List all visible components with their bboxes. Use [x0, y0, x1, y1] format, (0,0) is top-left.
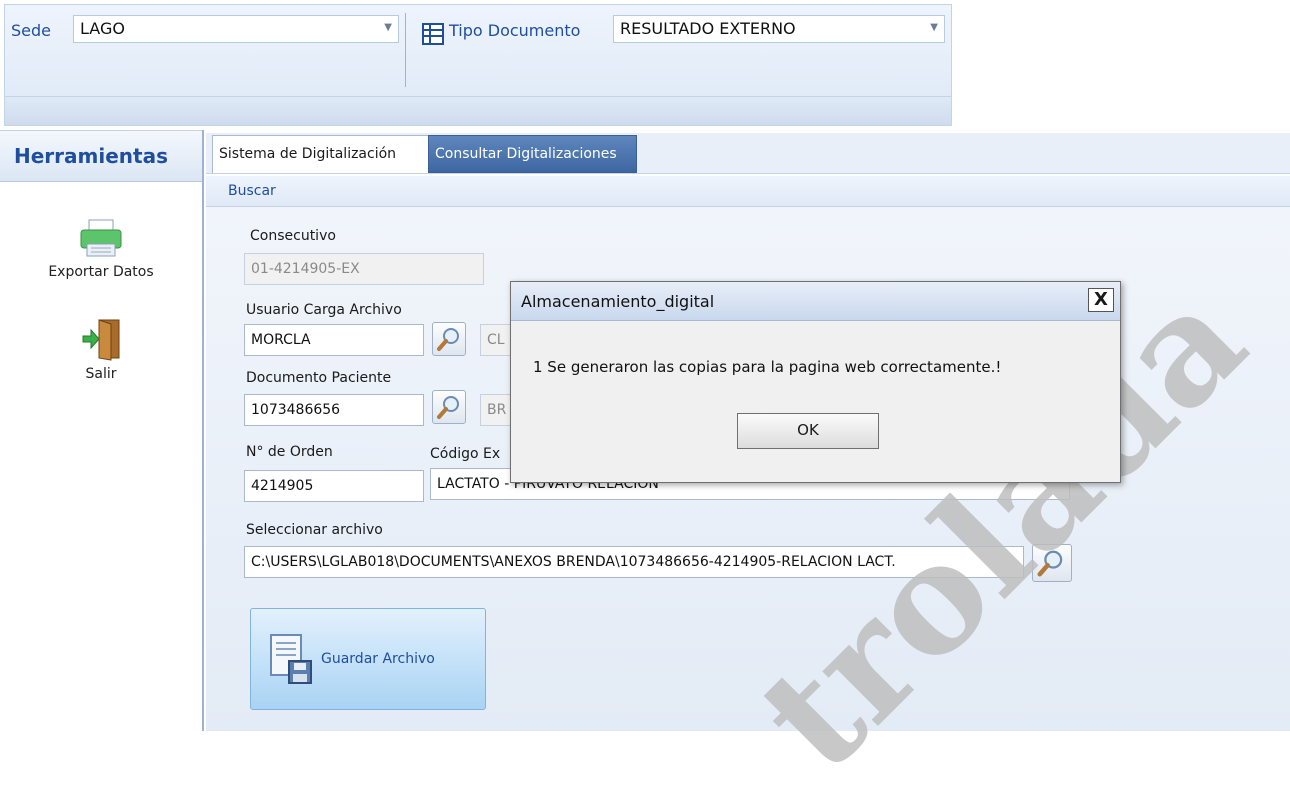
document-type-icon — [422, 23, 444, 45]
ribbon-footer — [5, 96, 951, 125]
exit-button[interactable]: Salir — [28, 318, 174, 382]
exit-door-icon — [82, 319, 120, 361]
top-ribbon: Sede LAGO ▼ Tipo Documento RESULTADO EXT… — [0, 0, 1290, 130]
consecutivo-label: Consecutivo — [250, 228, 336, 244]
magnifier-icon — [1037, 550, 1063, 577]
tipo-documento-select[interactable]: RESULTADO EXTERNO ▼ — [613, 15, 945, 43]
archivo-field[interactable]: C:\USERS\LGLAB018\DOCUMENTS\ANEXOS BREND… — [244, 546, 1024, 578]
documento-field[interactable]: 1073486656 — [244, 394, 424, 426]
save-file-icon — [270, 634, 312, 684]
tools-panel: Herramientas Exportar Datos Salir — [0, 130, 204, 731]
sede-label: Sede — [11, 21, 51, 40]
ok-button[interactable]: OK — [737, 413, 879, 449]
codigo-label: Código Ex — [430, 446, 501, 462]
magnifier-icon — [437, 396, 459, 419]
printer-icon — [80, 219, 122, 257]
sede-value: LAGO — [80, 19, 125, 38]
dialog-title: Almacenamiento_digital — [521, 292, 715, 311]
archivo-browse-button[interactable] — [1032, 544, 1072, 582]
usuario-search-button[interactable] — [432, 322, 466, 356]
tab-consultar-digitalizaciones[interactable]: Consultar Digitalizaciones — [428, 135, 637, 173]
exit-label: Salir — [85, 366, 117, 382]
ribbon-panel: Sede LAGO ▼ Tipo Documento RESULTADO EXT… — [4, 4, 952, 126]
chevron-down-icon: ▼ — [930, 22, 938, 33]
message-dialog: Almacenamiento_digital X 1 Se generaron … — [510, 281, 1121, 483]
consecutivo-field: 01-4214905-EX — [244, 253, 484, 285]
documento-search-button[interactable] — [432, 390, 466, 424]
usuario-label: Usuario Carga Archivo — [246, 302, 402, 318]
tab-bar: Sistema de Digitalización Consultar Digi… — [206, 133, 1290, 174]
save-file-label: Guardar Archivo — [321, 651, 435, 667]
sede-select[interactable]: LAGO ▼ — [73, 15, 399, 43]
orden-label: N° de Orden — [246, 444, 333, 460]
dialog-message: 1 Se generaron las copias para la pagina… — [533, 358, 1002, 376]
dialog-title-bar: Almacenamiento_digital X — [511, 282, 1120, 321]
save-file-button[interactable]: Guardar Archivo — [250, 608, 486, 710]
ribbon-separator — [405, 13, 406, 87]
archivo-label: Seleccionar archivo — [246, 522, 383, 538]
export-data-button[interactable]: Exportar Datos — [28, 218, 174, 280]
chevron-down-icon: ▼ — [384, 22, 392, 33]
documento-label: Documento Paciente — [246, 370, 392, 386]
usuario-field[interactable]: MORCLA — [244, 324, 424, 356]
subbar: Buscar — [206, 176, 1290, 207]
magnifier-icon — [437, 328, 459, 351]
tipo-documento-label: Tipo Documento — [449, 21, 581, 40]
export-data-label: Exportar Datos — [48, 264, 154, 280]
tools-header: Herramientas — [0, 130, 202, 182]
tools-title: Herramientas — [14, 144, 168, 168]
buscar-link[interactable]: Buscar — [228, 183, 276, 199]
tipo-documento-value: RESULTADO EXTERNO — [620, 19, 796, 38]
orden-field[interactable]: 4214905 — [244, 470, 424, 502]
close-icon[interactable]: X — [1088, 288, 1114, 312]
tab-sistema-digitalizacion[interactable]: Sistema de Digitalización — [212, 135, 430, 173]
